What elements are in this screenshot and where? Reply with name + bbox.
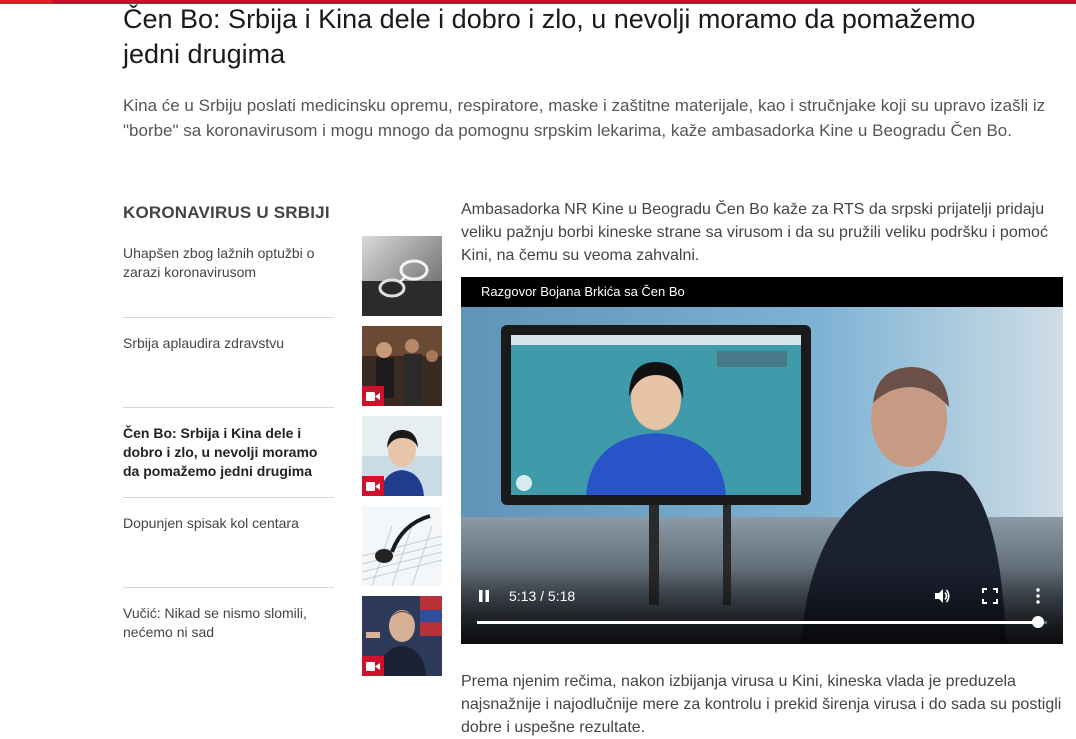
- divider: [123, 497, 334, 498]
- sidebar-item[interactable]: Dopunjen spisak kol centara: [123, 497, 443, 586]
- video-badge: [362, 656, 384, 676]
- video-time: 5:13 / 5:18: [509, 588, 576, 604]
- related-sidebar: KORONAVIRUS U SRBIJI Uhapšen zbog lažnih…: [123, 200, 443, 676]
- video-progress-fill: [477, 621, 1039, 624]
- divider: [123, 587, 334, 588]
- sidebar-item-label[interactable]: Vučić: Nikad se nismo slomili, nećemo ni…: [123, 604, 328, 642]
- video-player[interactable]: Razgovor Bojana Brkića sa Čen Bo 5:13 / …: [461, 277, 1063, 644]
- more-options-button[interactable]: [1027, 585, 1049, 607]
- fullscreen-button[interactable]: [979, 585, 1001, 607]
- volume-button[interactable]: [931, 585, 953, 607]
- crowd-photo-thumbnail[interactable]: [362, 326, 442, 406]
- sidebar-item[interactable]: Srbija aplaudira zdravstvu: [123, 317, 443, 406]
- video-title: Razgovor Bojana Brkića sa Čen Bo: [461, 277, 1063, 307]
- video-camera-icon: [366, 391, 380, 401]
- video-camera-icon: [366, 661, 380, 671]
- video-progress-bar[interactable]: [477, 616, 1047, 628]
- sidebar-title[interactable]: KORONAVIRUS U SRBIJI: [123, 200, 443, 236]
- sidebar-item[interactable]: Vučić: Nikad se nismo slomili, nećemo ni…: [123, 587, 443, 676]
- sidebar-item-label[interactable]: Srbija aplaudira zdravstvu: [123, 334, 328, 353]
- article-paragraph: Ambasadorka NR Kine u Beogradu Čen Bo ka…: [461, 201, 1048, 264]
- video-controls: 5:13 / 5:18: [461, 577, 1063, 644]
- video-badge: [362, 386, 384, 406]
- video-camera-icon: [366, 481, 380, 491]
- article-headline: Čen Bo: Srbija i Kina dele i dobro i zlo…: [123, 4, 976, 69]
- divider: [123, 317, 334, 318]
- sidebar-item-label[interactable]: Dopunjen spisak kol centara: [123, 514, 328, 533]
- video-badge: [362, 476, 384, 496]
- sidebar-item-label[interactable]: Čen Bo: Srbija i Kina dele i dobro i zlo…: [123, 424, 328, 481]
- more-options-icon: [1036, 588, 1040, 604]
- divider: [123, 407, 334, 408]
- portrait-photo-thumbnail[interactable]: [362, 416, 442, 496]
- press-conference-photo-thumbnail[interactable]: [362, 596, 442, 676]
- pause-button[interactable]: [473, 585, 495, 607]
- handcuffs-photo-thumbnail[interactable]: [362, 236, 442, 316]
- sidebar-item-active[interactable]: Čen Bo: Srbija i Kina dele i dobro i zlo…: [123, 407, 443, 496]
- pause-icon: [479, 590, 489, 602]
- headset-keyboard-photo-thumbnail[interactable]: [362, 506, 442, 586]
- sidebar-item-label[interactable]: Uhapšen zbog lažnih optužbi o zarazi kor…: [123, 244, 328, 282]
- article-lead: Kina će u Srbiju poslati medicinsku opre…: [123, 96, 1046, 140]
- video-progress-handle[interactable]: [1032, 616, 1045, 628]
- fullscreen-icon: [982, 588, 998, 604]
- sidebar-item[interactable]: Uhapšen zbog lažnih optužbi o zarazi kor…: [123, 236, 443, 316]
- volume-icon: [935, 589, 950, 603]
- article-paragraph: Prema njenim rečima, nakon izbijanja vir…: [461, 673, 1062, 736]
